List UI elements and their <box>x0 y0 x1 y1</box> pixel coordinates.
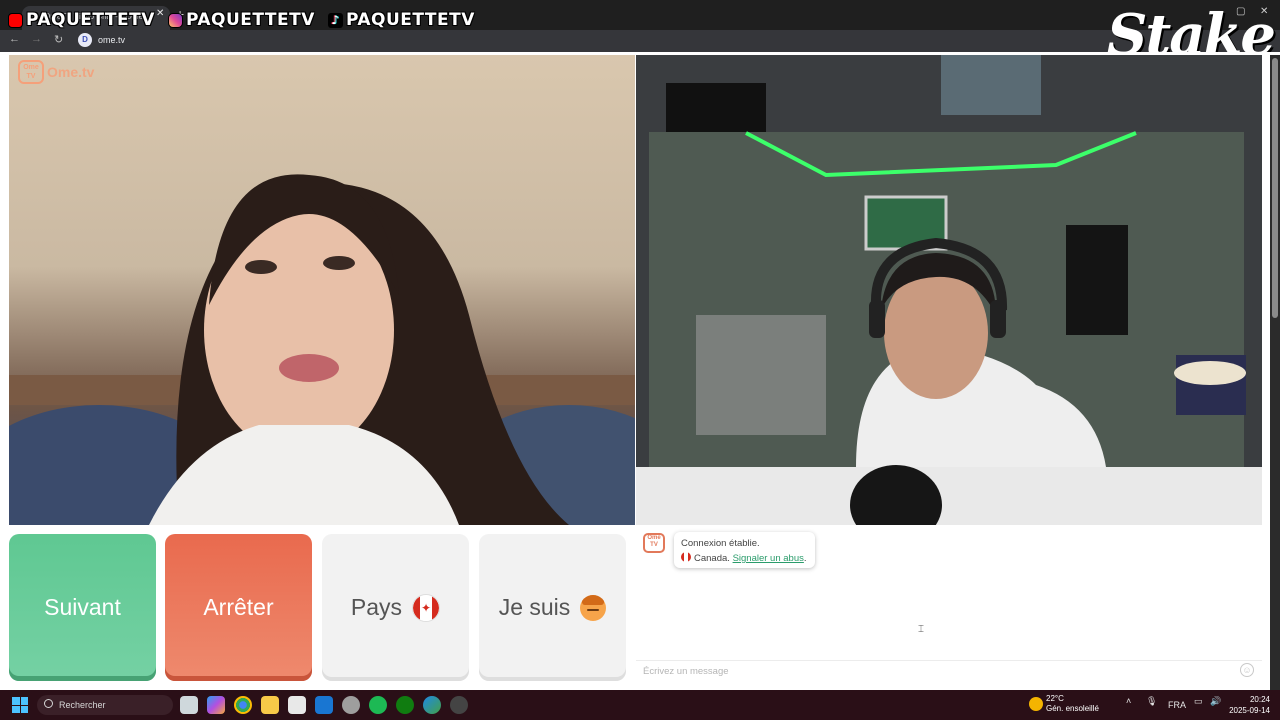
close-tab-icon[interactable]: ✕ <box>156 8 164 19</box>
country-filter-button[interactable]: Pays ✦ <box>322 534 469 681</box>
canada-mini-flag-icon <box>681 552 691 562</box>
ometv-logo-text: Ome.tv <box>47 64 95 80</box>
settings-icon[interactable] <box>342 696 360 714</box>
reload-icon[interactable]: ↻ <box>54 33 63 46</box>
screen: OmeTV Video Chat — Ome... ✕ + — ▢ ✕ ← → … <box>0 0 1280 720</box>
system-message-bubble: Connexion établie. Canada. Signaler un a… <box>674 532 815 568</box>
volume-icon[interactable]: 🔊 <box>1210 696 1221 707</box>
youtube-icon <box>8 12 23 28</box>
boy-emoji-icon <box>580 594 607 621</box>
file-explorer-icon[interactable] <box>261 696 279 714</box>
connection-status-text: Connexion établie. <box>681 538 760 549</box>
copilot-icon[interactable] <box>207 696 225 714</box>
display-icon[interactable]: ▭ <box>1194 696 1203 707</box>
back-icon[interactable]: ← <box>9 33 20 45</box>
partner-country-line: Canada. Signaler un abus. <box>681 551 808 566</box>
windows-start-icon[interactable] <box>12 697 28 713</box>
next-button-label: Suivant <box>44 594 121 620</box>
search-icon <box>44 699 53 708</box>
weather-widget[interactable]: 22°C Gén. ensoleillé <box>1046 694 1099 714</box>
taskbar-search-box[interactable]: Rechercher <box>37 695 173 715</box>
tray-overflow-icon[interactable]: ˄ <box>1126 696 1131 706</box>
scrollbar-thumb[interactable] <box>1272 58 1278 318</box>
tiktok-handle-text: PAQUETTETV <box>346 10 475 30</box>
tiktok-icon: ♪ <box>328 12 343 28</box>
gender-select-button[interactable]: Je suis <box>479 534 626 681</box>
taskbar-search-label: Rechercher <box>59 700 106 710</box>
outlook-icon[interactable] <box>315 696 333 714</box>
taskbar-clock[interactable]: 20:24 2025-09-14 <box>1226 694 1270 716</box>
weather-description: Gén. ensoleillé <box>1046 704 1099 713</box>
site-favicon-icon: D <box>78 33 92 47</box>
partner-country-text: Canada. <box>694 553 730 564</box>
country-button-label: Pays <box>350 594 403 620</box>
youtube-handle-text: PAQUETTETV <box>26 10 155 30</box>
canada-flag-icon: ✦ <box>412 593 441 622</box>
instagram-handle: PAQUETTETV <box>168 9 315 31</box>
chat-message-input[interactable] <box>636 660 1262 682</box>
microphone-icon[interactable]: 🎙 <box>1146 696 1157 707</box>
mouse-cursor-icon: ⌶ <box>918 624 924 635</box>
obs-icon[interactable] <box>450 696 468 714</box>
ometv-logo-icon: Ome TV <box>18 60 44 84</box>
instagram-handle-text: PAQUETTETV <box>186 10 315 30</box>
store-icon[interactable] <box>288 696 306 714</box>
stop-button-label: Arrêter <box>203 594 274 620</box>
self-video-frame <box>636 55 1262 525</box>
next-button[interactable]: Suivant <box>9 534 156 681</box>
self-video <box>636 55 1262 525</box>
stop-button[interactable]: Arrêter <box>165 534 312 681</box>
spotify-icon[interactable] <box>369 696 387 714</box>
xbox-icon[interactable] <box>396 696 414 714</box>
language-indicator[interactable]: FRA <box>1168 700 1186 710</box>
report-abuse-link[interactable]: Signaler un abus <box>733 553 804 564</box>
url-text[interactable]: ome.tv <box>98 35 125 45</box>
emoji-picker-icon[interactable]: ☺ <box>1240 663 1254 677</box>
clock-time: 20:24 <box>1249 695 1270 704</box>
tiktok-handle: ♪ PAQUETTETV <box>328 9 475 31</box>
instagram-icon <box>168 12 183 28</box>
address-bar <box>0 30 1280 52</box>
gender-button-label: Je suis <box>498 594 571 620</box>
report-link-suffix: . <box>803 553 807 564</box>
weather-temperature: 22°C <box>1046 694 1064 703</box>
task-view-icon[interactable] <box>180 696 198 714</box>
youtube-handle: PAQUETTETV <box>8 9 155 31</box>
forward-icon[interactable]: → <box>31 33 42 45</box>
chat-ometv-icon: Ome TV <box>643 533 665 553</box>
edge-icon[interactable] <box>423 696 441 714</box>
ometv-logo[interactable]: Ome TV Ome.tv <box>18 60 94 84</box>
stranger-video-frame <box>9 174 635 525</box>
clock-date: 2025-09-14 <box>1229 706 1270 715</box>
weather-icon <box>1029 697 1043 711</box>
stranger-video <box>9 55 635 525</box>
chrome-icon[interactable] <box>234 696 252 714</box>
